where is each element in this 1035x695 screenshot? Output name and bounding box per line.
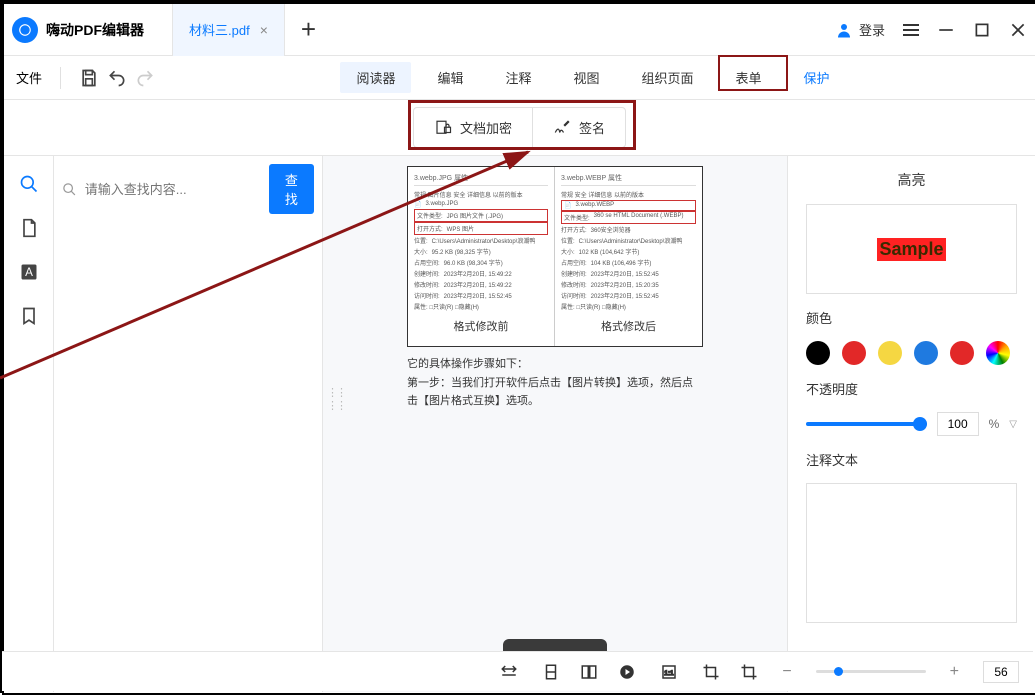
- pdf-page: 3.webp.JPG 属性 常规 图片信息 安全 详细信息 以前的版本 📄3.w…: [407, 166, 703, 347]
- tab-view[interactable]: 视图: [558, 62, 616, 93]
- close-button[interactable]: [1009, 21, 1027, 39]
- sample-text: Sample: [877, 238, 945, 261]
- crop-icon[interactable]: [702, 663, 720, 681]
- tab-protect[interactable]: 保护: [788, 62, 846, 93]
- annotation-text-label: 注释文本: [806, 450, 1017, 469]
- play-icon[interactable]: [618, 663, 636, 681]
- toolbar: 文件 阅读器 编辑 注释 视图 组织页面 表单 保护: [4, 56, 1035, 100]
- add-tab-button[interactable]: +: [301, 14, 316, 45]
- panel-drag-handle[interactable]: ⋮⋮⋮⋮: [327, 386, 345, 412]
- two-page-icon[interactable]: [580, 663, 598, 681]
- zoom-in-button[interactable]: +: [950, 663, 959, 681]
- zoom-value[interactable]: 56: [983, 661, 1019, 683]
- properties-panel: 高亮 Sample 颜色 不透明度 100 % ▽ 注释文本: [787, 156, 1035, 692]
- lock-doc-icon: [434, 119, 452, 137]
- menu-icon[interactable]: [903, 24, 919, 36]
- color-swatch-blue[interactable]: [914, 341, 938, 365]
- tab-form[interactable]: 表单: [720, 62, 778, 93]
- document-viewport[interactable]: ⋮⋮⋮⋮ 3.webp.JPG 属性 常规 图片信息 安全 详细信息 以前的版本…: [322, 156, 787, 692]
- tab-label: 材料三.pdf: [189, 20, 250, 39]
- color-label: 颜色: [806, 308, 1017, 327]
- actual-size-icon[interactable]: 1:1: [660, 663, 678, 681]
- minimize-button[interactable]: [937, 21, 955, 39]
- document-tab[interactable]: 材料三.pdf ×: [172, 4, 285, 56]
- document-text: 它的具体操作步骤如下： 第一步：当我们打开软件后点击【图片转换】选项，然后点击【…: [407, 355, 703, 411]
- search-input[interactable]: [83, 176, 263, 203]
- find-button[interactable]: 查找: [269, 164, 314, 214]
- sub-toolbar: 文档加密 签名: [4, 100, 1035, 156]
- color-swatch-red[interactable]: [842, 341, 866, 365]
- app-logo: [12, 17, 38, 43]
- app-title: 嗨动PDF编辑器: [46, 20, 144, 40]
- chevron-down-icon[interactable]: ▽: [1009, 419, 1017, 430]
- search-icon: [62, 182, 77, 197]
- zoom-out-button[interactable]: −: [782, 663, 791, 681]
- text-icon[interactable]: A: [19, 262, 39, 282]
- redo-icon: [135, 68, 155, 88]
- opacity-label: 不透明度: [806, 379, 1017, 398]
- user-icon: [835, 21, 853, 39]
- close-tab-icon[interactable]: ×: [260, 22, 268, 38]
- fit-width-icon[interactable]: [500, 663, 518, 681]
- maximize-button[interactable]: [973, 21, 991, 39]
- color-swatches: [806, 341, 1017, 365]
- search-panel: 查找: [54, 156, 322, 692]
- signature-icon: [553, 119, 571, 137]
- tab-reader[interactable]: 阅读器: [340, 62, 411, 93]
- opacity-slider[interactable]: [806, 422, 927, 426]
- encrypt-button[interactable]: 文档加密: [414, 108, 533, 147]
- search-tab-icon[interactable]: [19, 174, 39, 194]
- single-page-icon[interactable]: [542, 663, 560, 681]
- file-menu[interactable]: 文件: [16, 68, 42, 87]
- status-bar: 1:1 − + 56: [2, 651, 1033, 691]
- svg-text:A: A: [25, 266, 33, 279]
- color-swatch-black[interactable]: [806, 341, 830, 365]
- login-button[interactable]: 登录: [835, 20, 885, 39]
- undo-icon[interactable]: [107, 68, 127, 88]
- tab-organize[interactable]: 组织页面: [626, 62, 710, 93]
- sign-button[interactable]: 签名: [533, 108, 625, 147]
- annotation-text-input[interactable]: [806, 483, 1017, 623]
- opacity-value[interactable]: 100: [937, 412, 979, 436]
- zoom-slider[interactable]: [816, 670, 926, 673]
- highlight-title: 高亮: [806, 170, 1017, 190]
- tab-annotate[interactable]: 注释: [489, 62, 547, 93]
- svg-text:1:1: 1:1: [665, 670, 675, 677]
- color-swatch-yellow[interactable]: [878, 341, 902, 365]
- color-swatch-red2[interactable]: [950, 341, 974, 365]
- save-icon[interactable]: [79, 68, 99, 88]
- titlebar: 嗨动PDF编辑器 材料三.pdf × + 登录: [4, 4, 1035, 56]
- bookmark-icon[interactable]: [19, 306, 39, 326]
- sample-preview: Sample: [806, 204, 1017, 294]
- crop2-icon[interactable]: [740, 663, 758, 681]
- page-icon[interactable]: [19, 218, 39, 238]
- tab-edit[interactable]: 编辑: [421, 62, 479, 93]
- menu-tabs: 阅读器 编辑 注释 视图 组织页面 表单 保护: [340, 62, 845, 93]
- color-swatch-custom[interactable]: [986, 341, 1010, 365]
- left-sidebar: A: [4, 156, 54, 692]
